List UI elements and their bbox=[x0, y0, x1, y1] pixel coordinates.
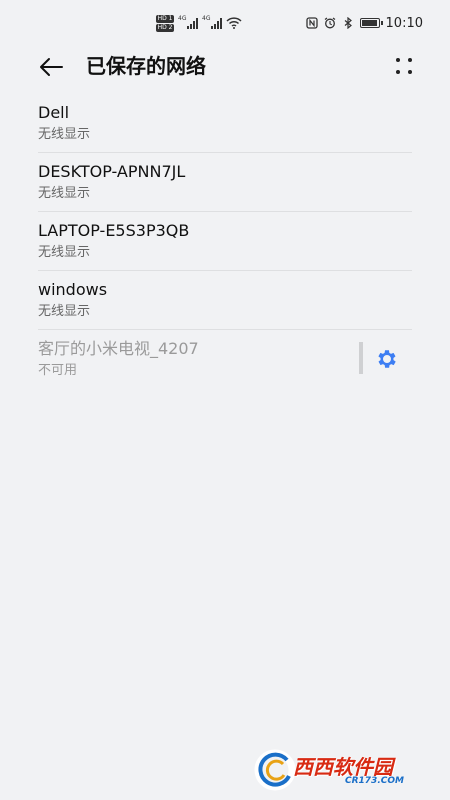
network-name: 客厅的小米电视_4207 bbox=[38, 339, 199, 358]
network-status: 不可用 bbox=[38, 363, 78, 378]
bluetooth-icon bbox=[344, 17, 352, 29]
network-item[interactable]: LAPTOP-E5S3P3QB 无线显示 bbox=[38, 212, 412, 271]
sim-badges: HD 1 HD 2 bbox=[156, 14, 174, 32]
alarm-icon bbox=[324, 17, 335, 29]
network-status: 无线显示 bbox=[38, 186, 91, 201]
network-type-label: 4G bbox=[202, 15, 211, 22]
network-item[interactable]: 客厅的小米电视_4207 不可用 bbox=[38, 330, 412, 389]
more-dots-icon bbox=[396, 58, 400, 62]
logo-mark-icon bbox=[254, 749, 296, 791]
status-bar-left: HD 1 HD 2 4G 4G bbox=[156, 12, 242, 34]
arrow-left-icon bbox=[40, 58, 63, 76]
network-name: windows bbox=[38, 280, 108, 299]
app-header: 已保存的网络 bbox=[0, 44, 450, 88]
nfc-icon bbox=[305, 17, 318, 29]
sim1-hd-badge: HD 1 bbox=[156, 14, 174, 23]
gear-icon bbox=[378, 350, 396, 368]
status-bar-right: 10:10 bbox=[305, 12, 423, 34]
sim2-hd-badge: HD 2 bbox=[156, 23, 174, 32]
more-options-button[interactable] bbox=[392, 54, 416, 78]
status-bar: HD 1 HD 2 4G 4G 10:10 bbox=[0, 0, 450, 44]
watermark-logo: 西西软件园 CR173.COM bbox=[253, 748, 433, 792]
network-status: 无线显示 bbox=[38, 127, 91, 142]
network-name: Dell bbox=[38, 103, 70, 122]
back-button[interactable] bbox=[36, 52, 66, 82]
wifi-icon bbox=[226, 17, 242, 29]
network-status: 无线显示 bbox=[38, 245, 91, 260]
battery-icon bbox=[359, 18, 383, 28]
signal-strength-icon: 4G bbox=[202, 15, 222, 29]
network-name: LAPTOP-E5S3P3QB bbox=[38, 221, 190, 240]
saved-network-list: Dell 无线显示 DESKTOP-APNN7JL 无线显示 LAPTOP-E5… bbox=[38, 94, 412, 389]
network-type-label: 4G bbox=[178, 15, 187, 22]
network-item[interactable]: Dell 无线显示 bbox=[38, 94, 412, 153]
network-status: 无线显示 bbox=[38, 304, 91, 319]
network-item[interactable]: DESKTOP-APNN7JL 无线显示 bbox=[38, 153, 412, 212]
network-name: DESKTOP-APNN7JL bbox=[38, 162, 186, 181]
page-title: 已保存的网络 bbox=[86, 54, 206, 78]
signal-strength-icon: 4G bbox=[178, 15, 198, 29]
network-settings-button[interactable] bbox=[374, 346, 400, 372]
status-time: 10:10 bbox=[385, 15, 423, 31]
watermark-subtext: CR173.COM bbox=[345, 776, 404, 786]
network-item[interactable]: windows 无线显示 bbox=[38, 271, 412, 330]
item-divider bbox=[359, 342, 363, 374]
